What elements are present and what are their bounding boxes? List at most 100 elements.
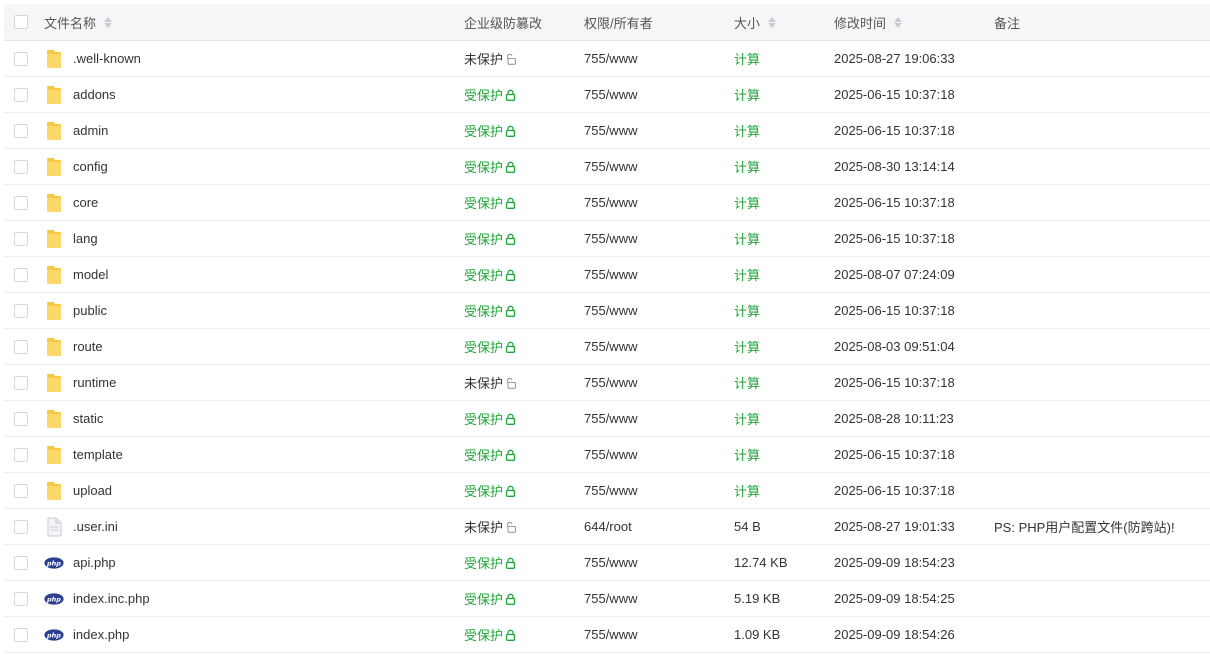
table-row[interactable]: admin 受保护 755/www 计算 2025-06-15 10:37:18	[4, 113, 1210, 149]
row-name[interactable]: php index.inc.php	[44, 581, 150, 616]
row-name[interactable]: lang	[44, 221, 98, 256]
header-size[interactable]: 大小	[734, 4, 777, 40]
row-name[interactable]: config	[44, 149, 108, 184]
protection-toggle[interactable]: 受保护	[464, 625, 516, 644]
row-name[interactable]: template	[44, 437, 123, 472]
permission-owner[interactable]: 755/www	[584, 51, 637, 66]
row-checkbox[interactable]	[14, 375, 28, 390]
calculate-size-link[interactable]: 计算	[734, 49, 760, 68]
table-row[interactable]: config 受保护 755/www 计算 2025-08-30 13:14:1…	[4, 149, 1210, 185]
table-row[interactable]: .well-known 未保护 755/www 计算 2025-08-27 19…	[4, 41, 1210, 77]
table-row[interactable]: public 受保护 755/www 计算 2025-06-15 10:37:1…	[4, 293, 1210, 329]
table-row[interactable]: model 受保护 755/www 计算 2025-08-07 07:24:09	[4, 257, 1210, 293]
permission-owner[interactable]: 755/www	[584, 411, 637, 426]
table-row[interactable]: php api.php 受保护 755/www 12.74 KB 2025-09…	[4, 545, 1210, 581]
row-checkbox[interactable]	[14, 447, 28, 462]
file-name[interactable]: lang	[73, 231, 98, 246]
protection-toggle[interactable]: 受保护	[464, 301, 516, 320]
protection-toggle[interactable]: 未保护	[464, 373, 517, 392]
header-mtime[interactable]: 修改时间	[834, 4, 903, 40]
file-name[interactable]: index.php	[73, 627, 129, 642]
file-name[interactable]: index.inc.php	[73, 591, 150, 606]
permission-owner[interactable]: 755/www	[584, 267, 637, 282]
row-name[interactable]: model	[44, 257, 108, 292]
permission-owner[interactable]: 755/www	[584, 627, 637, 642]
table-row[interactable]: route 受保护 755/www 计算 2025-08-03 09:51:04	[4, 329, 1210, 365]
sort-icon[interactable]	[104, 16, 113, 28]
table-row[interactable]: lang 受保护 755/www 计算 2025-06-15 10:37:18	[4, 221, 1210, 257]
table-row[interactable]: php index.inc.php 受保护 755/www 5.19 KB 20…	[4, 581, 1210, 617]
row-name[interactable]: php index.php	[44, 617, 129, 652]
file-name[interactable]: core	[73, 195, 98, 210]
permission-owner[interactable]: 755/www	[584, 591, 637, 606]
row-checkbox[interactable]	[14, 195, 28, 210]
table-row[interactable]: static 受保护 755/www 计算 2025-08-28 10:11:2…	[4, 401, 1210, 437]
calculate-size-link[interactable]: 计算	[734, 157, 760, 176]
calculate-size-link[interactable]: 计算	[734, 409, 760, 428]
sort-icon[interactable]	[894, 16, 903, 28]
row-checkbox[interactable]	[14, 231, 28, 246]
file-name[interactable]: .user.ini	[73, 519, 118, 534]
calculate-size-link[interactable]: 计算	[734, 121, 760, 140]
protection-toggle[interactable]: 受保护	[464, 157, 516, 176]
calculate-size-link[interactable]: 计算	[734, 373, 760, 392]
row-checkbox[interactable]	[14, 411, 28, 426]
file-name[interactable]: template	[73, 447, 123, 462]
file-name[interactable]: admin	[73, 123, 108, 138]
protection-toggle[interactable]: 受保护	[464, 337, 516, 356]
row-checkbox[interactable]	[14, 87, 28, 102]
file-name[interactable]: model	[73, 267, 108, 282]
file-name[interactable]: .well-known	[73, 51, 141, 66]
permission-owner[interactable]: 755/www	[584, 339, 637, 354]
file-name[interactable]: route	[73, 339, 103, 354]
table-row[interactable]: upload 受保护 755/www 计算 2025-06-15 10:37:1…	[4, 473, 1210, 509]
file-name[interactable]: addons	[73, 87, 116, 102]
row-checkbox[interactable]	[14, 519, 28, 534]
row-name[interactable]: php api.php	[44, 545, 116, 580]
row-name[interactable]: upload	[44, 473, 112, 508]
calculate-size-link[interactable]: 计算	[734, 301, 760, 320]
row-checkbox[interactable]	[14, 483, 28, 498]
protection-toggle[interactable]: 未保护	[464, 49, 517, 68]
table-row[interactable]: runtime 未保护 755/www 计算 2025-06-15 10:37:…	[4, 365, 1210, 401]
permission-owner[interactable]: 755/www	[584, 123, 637, 138]
file-name[interactable]: upload	[73, 483, 112, 498]
row-checkbox[interactable]	[14, 51, 28, 66]
protection-toggle[interactable]: 受保护	[464, 553, 516, 572]
protection-toggle[interactable]: 受保护	[464, 121, 516, 140]
permission-owner[interactable]: 755/www	[584, 447, 637, 462]
calculate-size-link[interactable]: 计算	[734, 337, 760, 356]
table-row[interactable]: addons 受保护 755/www 计算 2025-06-15 10:37:1…	[4, 77, 1210, 113]
row-checkbox[interactable]	[14, 591, 28, 606]
row-name[interactable]: .user.ini	[44, 509, 118, 544]
permission-owner[interactable]: 755/www	[584, 483, 637, 498]
calculate-size-link[interactable]: 计算	[734, 193, 760, 212]
row-checkbox[interactable]	[14, 123, 28, 138]
row-name[interactable]: addons	[44, 77, 116, 112]
row-checkbox[interactable]	[14, 267, 28, 282]
protection-toggle[interactable]: 受保护	[464, 193, 516, 212]
calculate-size-link[interactable]: 计算	[734, 445, 760, 464]
file-name[interactable]: public	[73, 303, 107, 318]
protection-toggle[interactable]: 受保护	[464, 409, 516, 428]
table-row[interactable]: core 受保护 755/www 计算 2025-06-15 10:37:18	[4, 185, 1210, 221]
protection-toggle[interactable]: 受保护	[464, 85, 516, 104]
permission-owner[interactable]: 755/www	[584, 375, 637, 390]
permission-owner[interactable]: 755/www	[584, 87, 637, 102]
calculate-size-link[interactable]: 计算	[734, 229, 760, 248]
calculate-size-link[interactable]: 计算	[734, 85, 760, 104]
row-name[interactable]: core	[44, 185, 98, 220]
row-name[interactable]: route	[44, 329, 103, 364]
row-name[interactable]: public	[44, 293, 107, 328]
permission-owner[interactable]: 755/www	[584, 231, 637, 246]
protection-toggle[interactable]: 受保护	[464, 481, 516, 500]
table-row[interactable]: template 受保护 755/www 计算 2025-06-15 10:37…	[4, 437, 1210, 473]
protection-toggle[interactable]: 受保护	[464, 589, 516, 608]
table-row[interactable]: php index.php 受保护 755/www 1.09 KB 2025-0…	[4, 617, 1210, 653]
header-name[interactable]: 文件名称	[44, 4, 113, 40]
row-checkbox[interactable]	[14, 303, 28, 318]
file-name[interactable]: static	[73, 411, 103, 426]
sort-icon[interactable]	[768, 16, 777, 28]
permission-owner[interactable]: 755/www	[584, 303, 637, 318]
protection-toggle[interactable]: 未保护	[464, 517, 517, 536]
